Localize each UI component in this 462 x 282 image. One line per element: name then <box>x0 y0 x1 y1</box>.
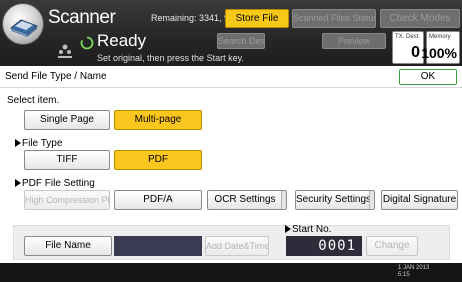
scanner-screen: Scanner Remaining: 3341, 96MB Store File… <box>0 0 462 282</box>
security-settings-button[interactable]: Security Settings <box>295 190 375 210</box>
section-arrow-icon <box>285 225 291 233</box>
memory-label: Memory <box>429 34 451 40</box>
home-button[interactable] <box>2 3 44 45</box>
high-compression-pdf-button[interactable]: High Compression PDF <box>24 190 110 210</box>
ok-button[interactable]: OK <box>399 69 457 85</box>
header-bar: Scanner Remaining: 3341, 96MB Store File… <box>0 0 462 66</box>
pdf-button[interactable]: PDF <box>114 150 202 170</box>
file-name-button[interactable]: File Name <box>24 236 112 256</box>
footer-bar <box>0 263 462 282</box>
time-text: 5:15 <box>398 272 410 278</box>
start-no-label: Start No. <box>292 224 332 235</box>
search-destination-button[interactable]: Search Dest. <box>217 33 265 49</box>
app-title: Scanner <box>48 7 116 28</box>
file-type-label: File Type <box>22 138 63 149</box>
section-arrow-icon <box>15 179 21 187</box>
memory-value: 100% <box>421 45 457 61</box>
change-button[interactable]: Change <box>366 236 418 256</box>
store-file-button[interactable]: Store File <box>225 9 289 28</box>
page-title-bar: Send File Type / Name OK <box>0 66 462 88</box>
pdf-setting-heading: PDF File Setting <box>15 178 95 190</box>
multi-page-button[interactable]: Multi-page <box>114 110 202 130</box>
check-modes-button[interactable]: Check Modes <box>380 9 460 28</box>
machine-status: Ready <box>97 31 147 50</box>
status-instruction: Set original, then press the Start key. <box>97 53 244 63</box>
tx-destination-value: 0 <box>411 44 420 61</box>
add-date-time-button[interactable]: Add Date&Time <box>205 236 269 256</box>
section-arrow-icon <box>15 139 21 147</box>
page-title: Send File Type / Name <box>5 71 107 82</box>
single-page-button[interactable]: Single Page <box>24 110 110 130</box>
scan-status-icon <box>58 44 72 58</box>
pdfa-button[interactable]: PDF/A <box>114 190 202 210</box>
start-number-field: 0001 <box>286 236 362 256</box>
ocr-settings-label: OCR Settings <box>214 194 276 205</box>
tiff-button[interactable]: TIFF <box>24 150 110 170</box>
preview-button[interactable]: Preview <box>322 33 386 49</box>
pdf-setting-label: PDF File Setting <box>22 178 95 189</box>
file-type-heading: File Type <box>15 138 62 150</box>
date-text: 1 JAN 2013 <box>398 265 430 271</box>
start-no-heading: Start No. <box>285 224 331 236</box>
scanner-app-icon <box>10 19 38 37</box>
tx-destination-label: TX. Dest. <box>395 34 421 40</box>
digital-signature-button[interactable]: Digital Signature <box>381 190 458 210</box>
memory-counter: Memory 100% <box>421 31 460 64</box>
ready-indicator-icon <box>80 36 94 50</box>
tx-destination-counter: TX. Dest. 0 <box>392 31 424 64</box>
file-name-field[interactable] <box>114 236 202 256</box>
ocr-settings-button[interactable]: OCR Settings <box>207 190 287 210</box>
security-settings-label: Security Settings <box>296 194 372 205</box>
date-time: 1 JAN 2013 5:15 <box>398 265 429 279</box>
scanned-files-status-button[interactable]: Scanned Files Status <box>292 9 376 28</box>
select-item-label: Select item. <box>7 95 60 106</box>
